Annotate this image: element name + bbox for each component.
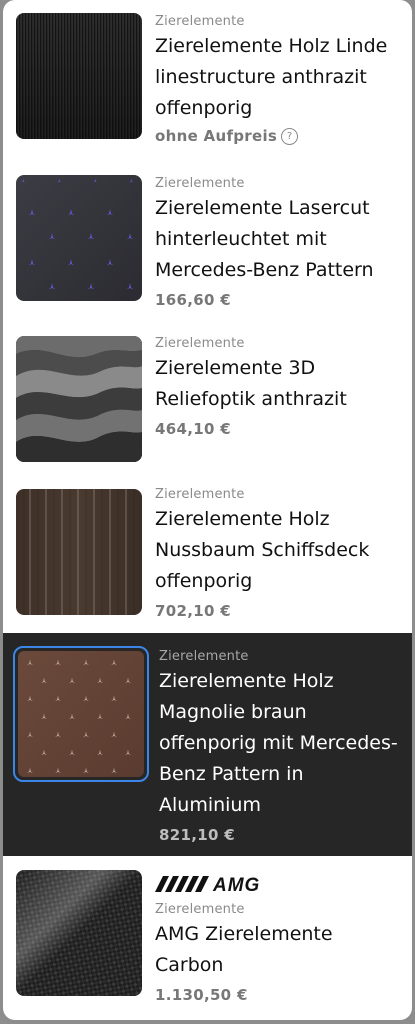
svg-text:AMG: AMG — [212, 875, 260, 894]
item-category: Zierelemente — [155, 14, 245, 29]
trim-options-panel: Zierelemente Zierelemente Holz Linde lin… — [3, 0, 412, 1020]
trim-thumbnail-selected[interactable] — [13, 646, 149, 782]
item-title: Zierelemente 3D Reliefoptik anthrazit — [155, 357, 347, 410]
amg-logo: AMG — [155, 874, 320, 896]
item-category: Zierelemente — [155, 176, 245, 191]
item-category: Zierelemente — [155, 487, 245, 502]
item-price: 821,10 € — [159, 826, 235, 844]
item-title: Zierelemente Holz Linde linestructure an… — [155, 35, 388, 119]
help-circle-icon[interactable]: ? — [281, 128, 299, 145]
trim-option-amg-carbon[interactable]: AMG Zierelemente AMG Zierelemente Carbon… — [3, 856, 412, 1020]
trim-thumbnail[interactable] — [16, 175, 142, 301]
trim-option-holz-linde[interactable]: Zierelemente Zierelemente Holz Linde lin… — [3, 0, 412, 160]
trim-option-magnolie[interactable]: Zierelemente Zierelemente Holz Magnolie … — [3, 633, 412, 856]
trim-thumbnail[interactable] — [16, 870, 142, 996]
trim-thumbnail[interactable] — [16, 336, 142, 462]
trim-thumbnail[interactable] — [16, 13, 142, 139]
item-price: ohne Aufpreis? — [155, 125, 404, 147]
item-category: Zierelemente — [155, 902, 245, 917]
item-price: 1.130,50 € — [155, 986, 248, 1004]
item-title: AMG Zierelemente Carbon — [155, 923, 333, 976]
item-title: Zierelemente Holz Nussbaum Schiffsdeck o… — [155, 508, 370, 592]
item-price: 702,10 € — [155, 602, 231, 620]
price-text: ohne Aufpreis — [155, 127, 278, 145]
item-category: Zierelemente — [159, 649, 249, 664]
item-category: Zierelemente — [155, 336, 245, 351]
trim-option-3d-relief[interactable]: Zierelemente Zierelemente 3D Reliefoptik… — [3, 320, 412, 477]
trim-thumbnail[interactable] — [16, 489, 142, 615]
item-title: Zierelemente Lasercut hinterleuchtet mit… — [155, 197, 374, 281]
item-price: 166,60 € — [155, 291, 231, 309]
item-price: 464,10 € — [155, 420, 231, 438]
trim-option-lasercut[interactable]: Zierelemente Zierelemente Lasercut hinte… — [3, 160, 412, 320]
trim-option-nussbaum[interactable]: Zierelemente Zierelemente Holz Nussbaum … — [3, 477, 412, 633]
item-title: Zierelemente Holz Magnolie braun offenpo… — [159, 670, 398, 816]
